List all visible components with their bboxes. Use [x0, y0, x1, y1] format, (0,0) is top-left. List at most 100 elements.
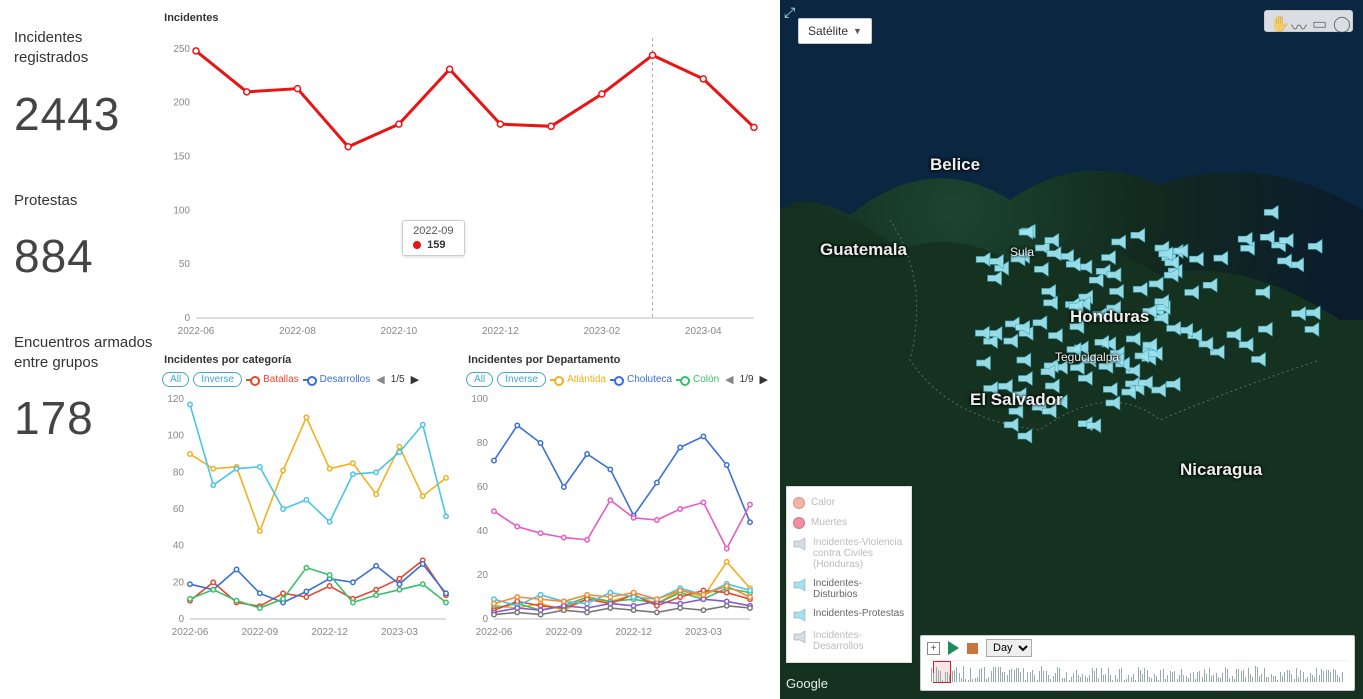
cat-inverse-button[interactable]: Inverse [193, 372, 242, 387]
svg-text:20: 20 [477, 570, 489, 581]
legend-item-choluteca[interactable]: Choluteca [610, 374, 672, 385]
svg-text:2022-12: 2022-12 [311, 627, 348, 638]
svg-text:0: 0 [483, 614, 489, 625]
legend-item-desarrollos[interactable]: Desarrollos [303, 374, 371, 385]
map-legend-item[interactable]: Incidentes-Violencia contra Civiles (Hon… [793, 533, 905, 574]
legend-label: Muertes [811, 517, 847, 528]
legend-label: Incidentes-Violencia contra Civiles (Hon… [813, 537, 905, 570]
timeline[interactable]: + Day [920, 635, 1355, 691]
cat-chart[interactable]: 0204060801001202022-062022-092022-122023… [162, 391, 454, 641]
label-belice: Belice [930, 155, 980, 175]
legend-swatch-icon [793, 578, 807, 592]
legend-item-batallas[interactable]: Batallas [246, 374, 299, 385]
svg-text:2022-06: 2022-06 [172, 627, 209, 638]
svg-text:60: 60 [477, 482, 489, 493]
svg-text:2022-09: 2022-09 [242, 627, 279, 638]
dept-chart-panel: Incidentes por Departamento All Inverse … [466, 350, 770, 641]
tooltip-date: 2022-09 [413, 225, 453, 237]
label-guatemala: Guatemala [820, 240, 907, 260]
timeline-stop-icon[interactable] [967, 643, 978, 654]
map-legend-item[interactable]: Incidentes-Desarrollos [793, 626, 905, 656]
cat-pager: 1/5 [391, 374, 405, 385]
svg-text:80: 80 [173, 467, 185, 478]
legend-item-colon[interactable]: Colón [676, 374, 719, 385]
rect-tool-icon[interactable]: ▭ [1312, 14, 1326, 28]
expand-icon[interactable]: ⤢ [784, 4, 795, 21]
map-tools: ✋ 〰 ▭ ◯ [1264, 10, 1353, 32]
label-elsalvador: El Salvador [970, 390, 1063, 410]
svg-text:2023-03: 2023-03 [381, 627, 418, 638]
svg-text:20: 20 [173, 577, 185, 588]
svg-text:80: 80 [477, 438, 489, 449]
stat-protests-value: 884 [14, 229, 156, 283]
map-legend-item[interactable]: Incidentes-Disturbios [793, 574, 905, 604]
map-type-label: Satélite [808, 24, 848, 38]
svg-text:2023-02: 2023-02 [584, 326, 621, 337]
legend-swatch-icon [793, 608, 807, 622]
legend-item-atlantida[interactable]: Atlántida [550, 374, 606, 385]
svg-text:120: 120 [167, 394, 184, 405]
map-legend-item[interactable]: Calor [793, 493, 905, 513]
timeline-unit-select[interactable]: Day [986, 639, 1032, 657]
svg-text:2022-12: 2022-12 [482, 326, 519, 337]
google-logo: Google [786, 676, 828, 691]
svg-text:40: 40 [173, 541, 185, 552]
map-legend-item[interactable]: Incidentes-Protestas [793, 604, 905, 626]
map-pane[interactable]: ⤢ Satélite ▼ ✋ 〰 ▭ ◯ El Salvador Guatema… [780, 0, 1363, 699]
cat-legend: All Inverse Batallas Desarrollos ◀ 1/5 ▶ [162, 372, 454, 387]
stat-registered-value: 2443 [14, 87, 156, 141]
svg-text:100: 100 [173, 205, 190, 216]
timeline-play-icon[interactable] [948, 641, 959, 655]
legend-swatch-icon [793, 630, 807, 644]
stat-registered: Incidentes registrados 2443 [14, 28, 156, 141]
svg-text:2022-08: 2022-08 [279, 326, 316, 337]
dept-pager: 1/9 [740, 374, 754, 385]
svg-text:2022-06: 2022-06 [178, 326, 215, 337]
svg-text:100: 100 [167, 431, 184, 442]
lasso-tool-icon[interactable]: 〰 [1291, 14, 1305, 28]
dept-prev-icon[interactable]: ◀ [723, 373, 735, 386]
dept-legend: All Inverse Atlántida Choluteca Colón ◀ … [466, 372, 770, 387]
map-legend[interactable]: Calor Muertes Incidentes-Violencia contra … [786, 486, 912, 663]
cat-all-button[interactable]: All [162, 372, 189, 387]
label-honduras: Honduras [1070, 307, 1149, 327]
map-type-button[interactable]: Satélite ▼ [798, 18, 872, 44]
legend-label: Calor [811, 497, 835, 508]
stat-protests-label: Protestas [14, 191, 156, 211]
circle-tool-icon[interactable]: ◯ [1333, 14, 1347, 28]
svg-text:40: 40 [477, 526, 489, 537]
cat-prev-icon[interactable]: ◀ [374, 373, 386, 386]
label-sula: Sula [1010, 245, 1034, 259]
svg-text:0: 0 [185, 313, 191, 324]
stat-registered-label: Incidentes registrados [14, 28, 156, 69]
legend-label: Incidentes-Disturbios [813, 578, 905, 600]
cat-chart-panel: Incidentes por categoría All Inverse Bat… [162, 350, 454, 641]
timeline-bars[interactable] [927, 660, 1348, 682]
main-chart[interactable]: 0501001502002502022-062022-082022-102022… [162, 30, 770, 340]
stat-protests: Protestas 884 [14, 191, 156, 283]
map-legend-item[interactable]: Muertes [793, 513, 905, 533]
dept-next-icon[interactable]: ▶ [758, 373, 770, 386]
label-nicaragua: Nicaragua [1180, 460, 1262, 480]
pan-tool-icon[interactable]: ✋ [1270, 14, 1284, 28]
cat-chart-title: Incidentes por categoría [164, 354, 454, 366]
tooltip-dot-icon [413, 241, 421, 249]
svg-text:2022-09: 2022-09 [546, 627, 583, 638]
dashboard-root: Incidentes registrados 2443 Protestas 88… [0, 0, 1363, 699]
svg-text:250: 250 [173, 44, 190, 55]
svg-text:100: 100 [471, 394, 488, 405]
stat-armed-label: Encuentros armados entre grupos [14, 333, 156, 374]
timeline-expand-icon[interactable]: + [927, 642, 940, 655]
cat-next-icon[interactable]: ▶ [409, 373, 421, 386]
dept-all-button[interactable]: All [466, 372, 493, 387]
legend-label: Incidentes-Protestas [813, 608, 904, 619]
dept-chart[interactable]: 0204060801002022-062022-092022-122023-03 [466, 391, 770, 641]
dept-inverse-button[interactable]: Inverse [497, 372, 546, 387]
svg-text:2022-06: 2022-06 [476, 627, 513, 638]
label-tegucigalpa: Tegucigalpa [1055, 350, 1119, 364]
chevron-down-icon: ▼ [853, 26, 862, 36]
svg-text:2022-10: 2022-10 [381, 326, 418, 337]
legend-swatch-icon [793, 537, 807, 551]
svg-text:150: 150 [173, 151, 190, 162]
svg-text:2023-04: 2023-04 [685, 326, 722, 337]
